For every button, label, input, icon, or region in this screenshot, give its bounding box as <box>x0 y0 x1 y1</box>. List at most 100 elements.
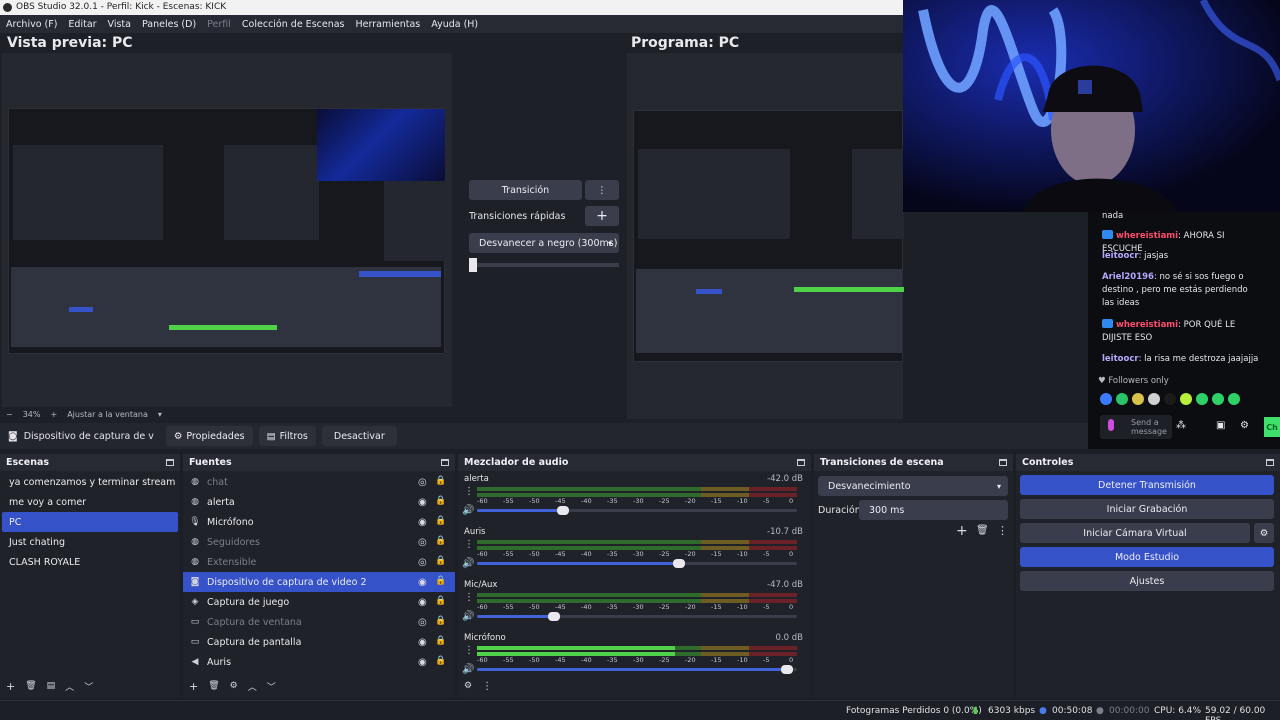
lock-icon[interactable]: 🔒 <box>435 636 446 646</box>
menu-archivo[interactable]: Archivo (F) <box>6 19 57 30</box>
chat-input[interactable]: Send a message <box>1100 415 1172 439</box>
transition-menu-button[interactable]: ⋮ <box>585 180 619 200</box>
users-icon[interactable]: ⁂ <box>1176 420 1186 431</box>
volume-slider[interactable] <box>477 506 797 515</box>
scene-item[interactable]: CLASH ROYALE <box>2 552 178 572</box>
trash-icon[interactable]: 🗑 <box>25 681 36 691</box>
fit-window[interactable]: Ajustar a la ventana <box>67 410 148 419</box>
lock-icon[interactable]: 🔒 <box>435 556 446 566</box>
volume-knob[interactable] <box>672 559 685 568</box>
microphone-icon[interactable] <box>1108 419 1114 431</box>
eye-icon[interactable]: ◉ <box>418 497 427 508</box>
lock-icon[interactable]: 🔒 <box>435 576 446 586</box>
source-item[interactable]: ◈ Captura de juego ◉ 🔒 <box>183 592 455 612</box>
volume-knob[interactable] <box>557 506 570 515</box>
kebab-icon[interactable]: ⋮ <box>482 681 492 692</box>
menu-vista[interactable]: Vista <box>108 19 131 30</box>
deactivate-button[interactable]: Desactivar <box>321 426 397 446</box>
channel-menu-icon[interactable]: ⋮ <box>464 486 474 497</box>
eye-icon[interactable]: ◉ <box>418 657 427 668</box>
eye-hidden-icon[interactable]: ◎ <box>418 477 427 488</box>
transition-type-select[interactable]: Desvanecimiento ▾ <box>818 476 1008 496</box>
speaker-icon[interactable]: 🔊 <box>462 505 474 516</box>
preview-canvas[interactable] <box>8 108 446 354</box>
volume-knob[interactable] <box>547 612 560 621</box>
fit-dropdown-icon[interactable]: ▾ <box>158 410 162 419</box>
emote-icon[interactable] <box>1228 393 1240 405</box>
filter-icon[interactable]: ▤ <box>47 681 56 691</box>
emote-icon[interactable] <box>1196 393 1208 405</box>
undock-icon[interactable] <box>166 459 174 466</box>
source-item[interactable]: ◍ Seguidores ◎ 🔒 <box>183 532 455 552</box>
trash-icon[interactable]: 🗑 <box>208 681 219 691</box>
eye-icon[interactable]: ◉ <box>418 637 427 648</box>
chat-send-button[interactable]: Ch <box>1264 417 1280 437</box>
stop-stream-button[interactable]: Detener Transmisión <box>1020 475 1274 495</box>
filters-button[interactable]: ▤ Filtros <box>258 426 316 446</box>
zoom-minus[interactable]: − <box>6 410 13 419</box>
scene-item[interactable]: ya comenzamos y terminar stream <box>2 472 178 492</box>
gear-icon[interactable]: ⚙ <box>1240 420 1249 431</box>
chat-username[interactable]: leitoocr <box>1102 251 1139 261</box>
move-up-icon[interactable]: ︿ <box>65 680 74 693</box>
menu-ayuda[interactable]: Ayuda (H) <box>431 19 478 30</box>
eye-icon[interactable]: ◉ <box>418 597 427 608</box>
emote-icon[interactable] <box>1180 393 1192 405</box>
volume-slider[interactable] <box>477 665 797 674</box>
scene-item[interactable]: me voy a comer <box>2 492 178 512</box>
speaker-icon[interactable]: 🔊 <box>462 611 474 622</box>
source-item[interactable]: ◍ chat ◎ 🔒 <box>183 472 455 492</box>
channel-menu-icon[interactable]: ⋮ <box>464 592 474 603</box>
kebab-icon[interactable]: ⋮ <box>997 524 1008 537</box>
source-item[interactable]: 🎙 Micrófono ◉ 🔒 <box>183 512 455 532</box>
eye-hidden-icon[interactable]: ◎ <box>418 617 427 628</box>
start-recording-button[interactable]: Iniciar Grabación <box>1020 499 1274 519</box>
eye-icon[interactable]: ◉ <box>418 517 427 528</box>
emote-icon[interactable] <box>1132 393 1144 405</box>
lock-icon[interactable]: 🔒 <box>435 536 446 546</box>
emote-row[interactable] <box>1100 393 1244 405</box>
lock-icon[interactable]: 🔒 <box>435 616 446 626</box>
emote-icon[interactable] <box>1100 393 1112 405</box>
virtual-camera-settings-button[interactable]: ⚙ <box>1254 523 1274 543</box>
channel-menu-icon[interactable]: ⋮ <box>464 645 474 656</box>
add-transition-icon[interactable]: + <box>956 523 968 539</box>
add-source-icon[interactable]: + <box>189 680 198 693</box>
lock-icon[interactable]: 🔒 <box>435 496 446 506</box>
studio-mode-button[interactable]: Modo Estudio <box>1020 547 1274 567</box>
emote-icon[interactable] <box>1116 393 1128 405</box>
source-item[interactable]: ◍ alerta ◉ 🔒 <box>183 492 455 512</box>
scene-item[interactable]: Just chating <box>2 532 178 552</box>
duration-input[interactable]: 300 ms <box>859 500 1008 520</box>
source-item[interactable]: ▭ Captura de ventana ◎ 🔒 <box>183 612 455 632</box>
menu-paneles[interactable]: Paneles (D) <box>142 19 196 30</box>
menu-coleccion-escenas[interactable]: Colección de Escenas <box>242 19 345 30</box>
source-item[interactable]: ▭ Captura de pantalla ◉ 🔒 <box>183 632 455 652</box>
eye-hidden-icon[interactable]: ◎ <box>418 537 427 548</box>
menu-perfil[interactable]: Perfil <box>207 19 231 30</box>
undock-icon[interactable] <box>441 459 449 466</box>
emote-icon[interactable] <box>1148 393 1160 405</box>
virtual-camera-button[interactable]: Iniciar Cámara Virtual <box>1020 523 1250 543</box>
tbar-slider[interactable] <box>469 258 619 272</box>
lock-icon[interactable]: 🔒 <box>435 516 446 526</box>
volume-slider[interactable] <box>477 612 797 621</box>
transition-button[interactable]: Transición <box>469 180 582 200</box>
volume-slider[interactable] <box>477 559 797 568</box>
properties-button[interactable]: ⚙ Propiedades <box>165 426 253 446</box>
add-quick-transition-button[interactable]: + <box>585 206 619 226</box>
move-up-icon[interactable]: ︿ <box>248 680 257 693</box>
gear-icon[interactable]: ⚙ <box>230 681 238 691</box>
chat-username[interactable]: whereistiami <box>1116 320 1178 330</box>
chat-username[interactable]: Ariel20196 <box>1102 272 1154 282</box>
move-down-icon[interactable]: ﹀ <box>267 680 276 693</box>
speaker-icon[interactable]: 🔊 <box>462 664 474 675</box>
channel-menu-icon[interactable]: ⋮ <box>464 539 474 550</box>
zoom-plus[interactable]: + <box>50 410 57 419</box>
undock-icon[interactable] <box>999 459 1007 466</box>
source-item[interactable]: ◀ Auris ◉ 🔒 <box>183 652 455 672</box>
eye-hidden-icon[interactable]: ◎ <box>418 557 427 568</box>
advanced-audio-icon[interactable]: ⚙ <box>464 681 472 691</box>
emote-icon[interactable] <box>1212 393 1224 405</box>
trash-icon[interactable]: 🗑 <box>976 525 989 536</box>
